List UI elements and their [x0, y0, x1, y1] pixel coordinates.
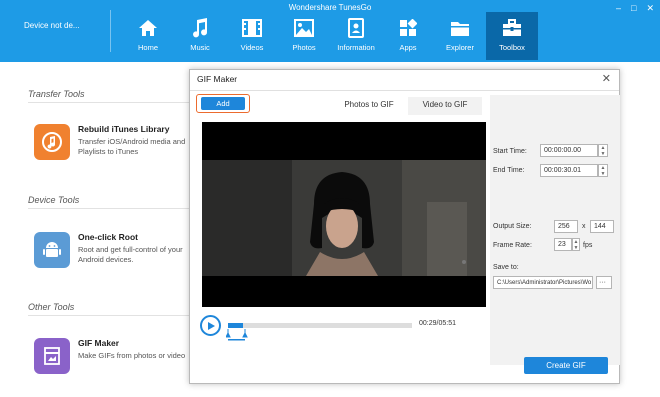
time-display: 00:29/05:51: [419, 320, 456, 327]
progress-fill: [228, 323, 244, 328]
explorer-icon: [449, 17, 471, 39]
add-button-highlight: Add: [196, 94, 250, 113]
tool-name: Rebuild iTunes Library: [78, 124, 170, 134]
nav-home[interactable]: Home: [122, 12, 174, 60]
tab-video-to-gif[interactable]: Video to GIF: [408, 97, 482, 115]
minimize-icon[interactable]: ‒: [616, 3, 621, 14]
maximize-icon[interactable]: □: [631, 3, 636, 14]
nav-explorer[interactable]: Explorer: [434, 12, 486, 60]
range-handles[interactable]: [226, 329, 248, 341]
divider: [28, 315, 198, 316]
end-time-label: End Time:: [493, 167, 525, 174]
video-preview[interactable]: [202, 122, 486, 307]
nav-label: Videos: [240, 43, 264, 52]
nav-photos[interactable]: Photos: [278, 12, 330, 60]
stepper-down-icon: ▼: [573, 244, 579, 251]
toolbox-icon: [501, 17, 523, 39]
playback-controls: 00:29/05:51: [200, 313, 486, 341]
divider: [110, 10, 111, 52]
play-button[interactable]: [200, 315, 221, 336]
tab-photos-to-gif[interactable]: Photos to GIF: [334, 97, 404, 115]
section-other-tools: Other Tools: [28, 302, 75, 312]
tool-rebuild-itunes[interactable]: Rebuild iTunes Library Transfer iOS/Andr…: [34, 124, 193, 160]
rebuild-itunes-icon: [34, 124, 70, 160]
play-icon: [207, 321, 215, 330]
tool-gif-maker[interactable]: GIF Maker Make GIFs from photos or video: [34, 338, 193, 374]
stepper-down-icon: ▼: [600, 170, 606, 177]
videos-icon: [241, 17, 263, 39]
stepper-down-icon: ▼: [600, 150, 606, 157]
information-icon: [345, 17, 367, 39]
add-button[interactable]: Add: [201, 97, 245, 110]
device-status[interactable]: Device not de...: [24, 21, 80, 30]
apps-icon: [397, 17, 419, 39]
main-nav: Home Music Videos Photos Information App…: [122, 12, 538, 60]
gif-maker-icon: [34, 338, 70, 374]
nav-label: Photos: [292, 43, 316, 52]
settings-panel: Start Time: 00:00:00.00 ▲ ▼ End Time: 00:…: [490, 95, 620, 374]
photos-icon: [293, 17, 315, 39]
nav-label: Explorer: [446, 43, 474, 52]
top-bar: Wondershare TunesGo Device not de... ‒ □…: [0, 0, 660, 62]
fps-label: fps: [583, 242, 593, 249]
home-icon: [137, 17, 159, 39]
output-height-field[interactable]: 144: [590, 220, 614, 233]
nav-music[interactable]: Music: [174, 12, 226, 60]
section-transfer-tools: Transfer Tools: [28, 89, 85, 99]
divider: [190, 90, 619, 91]
nav-videos[interactable]: Videos: [226, 12, 278, 60]
dialog-title: GIF Maker: [197, 74, 238, 84]
divider: [28, 208, 198, 209]
end-time-field[interactable]: 00:00:30.01: [540, 164, 598, 177]
output-size-label: Output Size:: [493, 223, 532, 230]
window-controls: ‒ □ ✕: [616, 3, 654, 14]
section-device-tools: Device Tools: [28, 195, 80, 205]
nav-label: Toolbox: [499, 43, 525, 52]
nav-toolbox[interactable]: Toolbox: [486, 12, 538, 60]
save-path-field[interactable]: C:\Users\Administrator\Pictures\Wo: [493, 276, 593, 289]
tool-desc: Transfer iOS/Android media and Playlists…: [78, 137, 186, 156]
start-time-field[interactable]: 00:00:00.00: [540, 144, 598, 157]
close-icon[interactable]: ✕: [602, 72, 611, 85]
nav-label: Home: [137, 43, 158, 52]
tool-desc: Root and get full-control of your Androi…: [78, 245, 183, 264]
browse-button[interactable]: ···: [596, 276, 612, 289]
times-label: x: [582, 223, 586, 230]
frame-rate-field[interactable]: 23: [554, 238, 572, 251]
android-root-icon: [34, 232, 70, 268]
tool-desc: Make GIFs from photos or video: [78, 351, 186, 360]
app-title: Wondershare TunesGo: [288, 3, 372, 12]
tool-one-click-root[interactable]: One-click Root Root and get full-control…: [34, 232, 193, 268]
nav-information[interactable]: Information: [330, 12, 382, 60]
tool-name: One-click Root: [78, 232, 138, 242]
gif-maker-dialog: GIF Maker ✕ Add Photos to GIF Video to G…: [189, 69, 620, 384]
output-width-field[interactable]: 256: [554, 220, 578, 233]
nav-apps[interactable]: Apps: [382, 12, 434, 60]
start-time-label: Start Time:: [493, 148, 527, 155]
create-gif-button[interactable]: Create GIF: [524, 357, 608, 374]
progress-track[interactable]: [228, 323, 412, 328]
music-icon: [189, 17, 211, 39]
frame-rate-label: Frame Rate:: [493, 242, 532, 249]
nav-label: Apps: [399, 43, 417, 52]
save-to-label: Save to:: [493, 264, 519, 271]
close-window-icon[interactable]: ✕: [646, 3, 654, 14]
divider: [28, 102, 198, 103]
nav-label: Music: [190, 43, 210, 52]
end-time-stepper[interactable]: ▲ ▼: [598, 164, 608, 177]
tool-name: GIF Maker: [78, 338, 120, 348]
video-frame-image: [202, 122, 486, 307]
nav-label: Information: [337, 43, 375, 52]
start-time-stepper[interactable]: ▲ ▼: [598, 144, 608, 157]
frame-rate-stepper[interactable]: ▲ ▼: [572, 238, 580, 251]
